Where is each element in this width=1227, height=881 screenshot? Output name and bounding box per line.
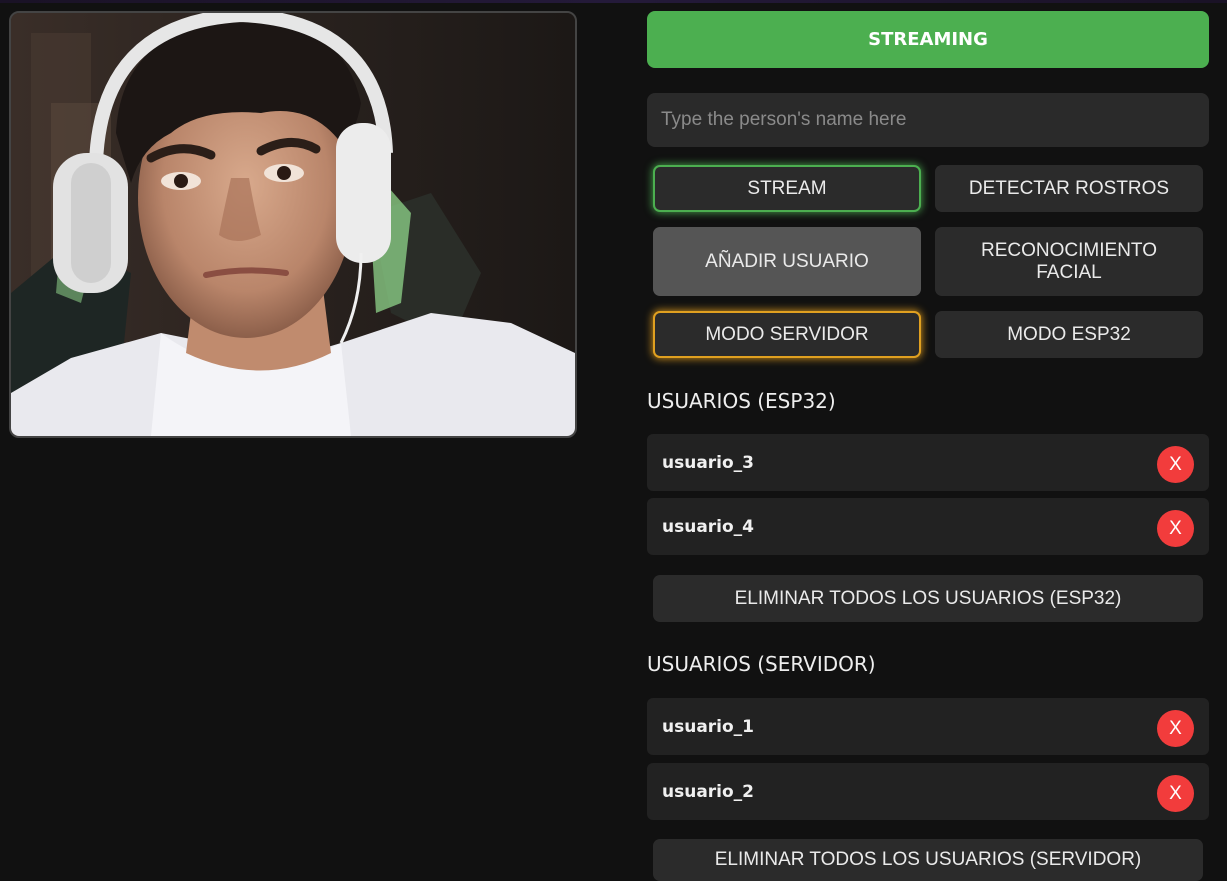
close-icon: X: [1169, 717, 1182, 739]
server-user-row: usuario_2 X: [647, 763, 1209, 820]
server-mode-button[interactable]: MODO SERVIDOR: [653, 311, 921, 358]
user-name: usuario_2: [662, 781, 755, 802]
esp32-mode-button[interactable]: MODO ESP32: [935, 311, 1203, 358]
delete-user-button[interactable]: X: [1157, 775, 1194, 812]
delete-all-server-users-button[interactable]: ELIMINAR TODOS LOS USUARIOS (SERVIDOR): [653, 839, 1203, 881]
add-user-button[interactable]: AÑADIR USUARIO: [653, 227, 921, 296]
esp32-users-title: USUARIOS (ESP32): [647, 389, 836, 413]
top-accent-strip: [0, 0, 1227, 3]
close-icon: X: [1169, 453, 1182, 475]
server-user-row: usuario_1 X: [647, 698, 1209, 755]
esp32-user-row: usuario_3 X: [647, 434, 1209, 491]
esp32-user-row: usuario_4 X: [647, 498, 1209, 555]
delete-user-button[interactable]: X: [1157, 446, 1194, 483]
close-icon: X: [1169, 517, 1182, 539]
camera-feed-image: [11, 13, 575, 436]
user-name: usuario_1: [662, 716, 755, 737]
delete-all-esp32-users-button[interactable]: ELIMINAR TODOS LOS USUARIOS (ESP32): [653, 575, 1203, 622]
stream-button[interactable]: STREAM: [653, 165, 921, 212]
detect-faces-button[interactable]: DETECTAR ROSTROS: [935, 165, 1203, 212]
delete-user-button[interactable]: X: [1157, 510, 1194, 547]
person-name-input[interactable]: [647, 93, 1209, 147]
user-name: usuario_3: [662, 452, 755, 473]
face-recognition-button[interactable]: RECONOCIMIENTO FACIAL: [935, 227, 1203, 296]
delete-user-button[interactable]: X: [1157, 710, 1194, 747]
close-icon: X: [1169, 782, 1182, 804]
user-name: usuario_4: [662, 516, 755, 537]
streaming-status-button[interactable]: STREAMING: [647, 11, 1209, 68]
server-users-title: USUARIOS (SERVIDOR): [647, 652, 876, 676]
camera-feed: [9, 11, 577, 438]
